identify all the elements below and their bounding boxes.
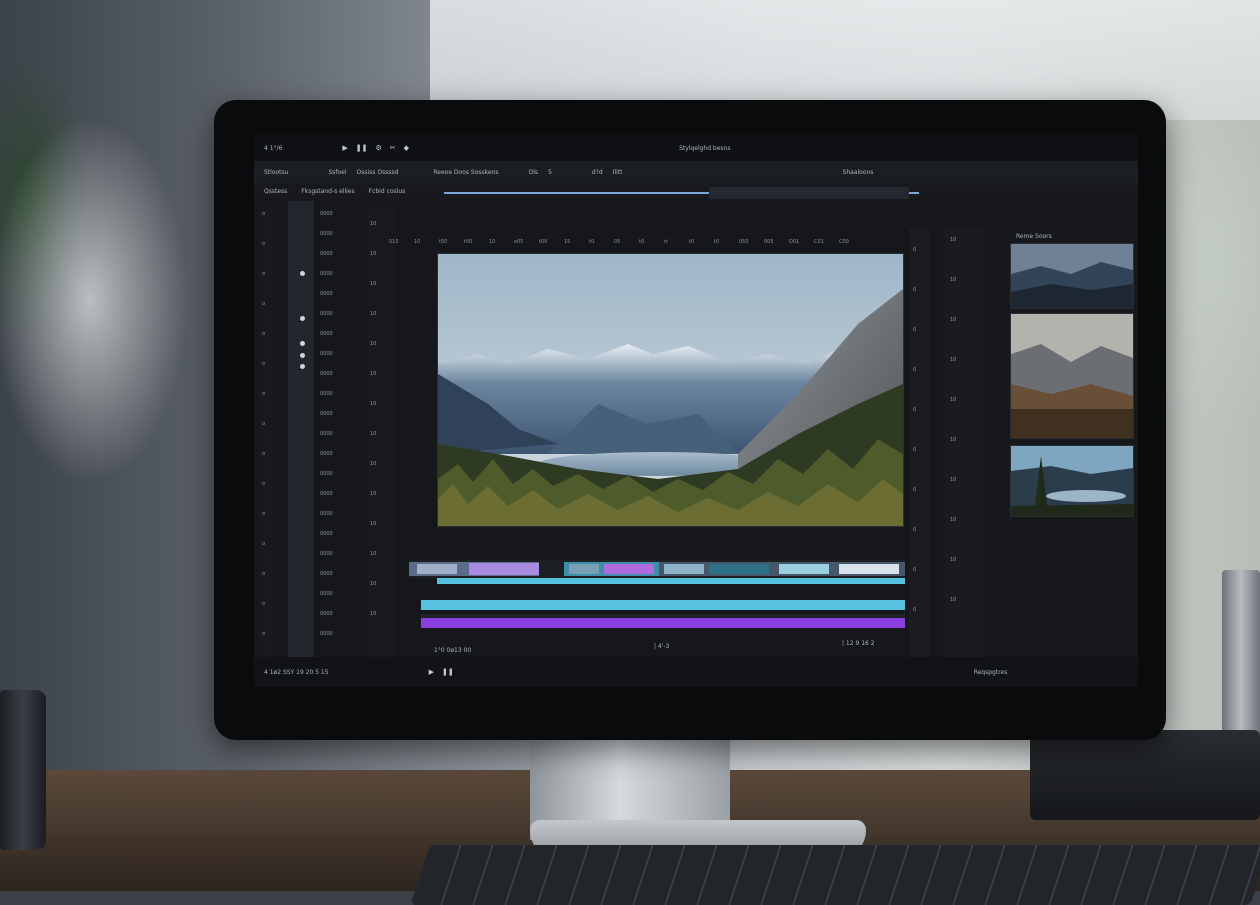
ruler-tick: 05 <box>614 239 621 245</box>
menu-item-1[interactable]: Stlootsu <box>264 169 288 176</box>
speaker-post <box>1222 570 1260 740</box>
menu-item-5[interactable]: Ols <box>529 169 539 176</box>
menu-bar: Stlootsu Ssfoel Ossiss Ossssd Reeoe Doos… <box>254 161 1138 183</box>
pause-icon[interactable]: ❚❚ <box>442 668 454 676</box>
left-number-column: 10 10 10 10 10 10 10 10 10 10 10 10 10 1… <box>368 201 396 657</box>
ruler-tick: 10 <box>414 239 421 245</box>
subbar-item-2[interactable]: Fksgstand-s ellies <box>301 188 354 195</box>
media-thumbnail-2[interactable] <box>1010 313 1134 439</box>
marker-icon[interactable]: ◆ <box>404 144 409 152</box>
media-browser-panel: Reme Soors <box>1006 227 1134 657</box>
menu-item-6[interactable]: 5 <box>548 169 552 176</box>
media-thumbnail-3[interactable] <box>1010 445 1134 517</box>
ruler-tick: 005 <box>764 239 774 245</box>
timecode-left: 1°0 0ø13 00 <box>434 647 472 654</box>
timecode-mid: | 4'-3 <box>654 643 670 650</box>
speaker <box>1030 730 1260 820</box>
subbar-item-3[interactable]: Fcbid coslus <box>369 188 406 195</box>
ruler-tick: t00 <box>464 239 473 245</box>
ruler-tick: t0 <box>714 239 720 245</box>
scissors-icon[interactable]: ✂ <box>390 144 396 152</box>
ruler-tick: C01 <box>814 239 824 245</box>
ruler-tick: 050 <box>739 239 749 245</box>
menu-item-7[interactable]: d?d <box>592 169 603 176</box>
top-slider-track[interactable] <box>709 187 909 199</box>
pause-icon[interactable]: ❚❚ <box>356 144 368 152</box>
ruler-tick: t0 <box>589 239 595 245</box>
gear-icon[interactable]: ⚙ <box>376 144 382 152</box>
bottom-status-bar: 4 1ø2 SSY 19 20 5 15 ▶ ❚❚ Reqspgtres <box>254 657 1138 687</box>
ruler-tick: D01 <box>789 239 800 245</box>
top-bar: 4 1°/6 ▶ ❚❚ ⚙ ✂ ◆ Stylqelghd besns <box>254 135 1138 161</box>
ruler-tick: t09 <box>539 239 548 245</box>
meter-column-2: 10 10 10 10 10 10 10 10 10 10 <box>944 227 984 657</box>
top-bar-left-text: 4 1°/6 <box>264 144 283 152</box>
menu-item-3[interactable]: Ossiss Ossssd <box>357 169 399 176</box>
ruler-tick: 510 <box>389 239 399 245</box>
menu-item-8[interactable]: Ilitt <box>613 169 623 176</box>
subbar-item-1[interactable]: Qsstess <box>264 188 287 195</box>
menu-item-4[interactable]: Reeoe Doos Sosskens <box>433 169 498 176</box>
play-icon[interactable]: ▶ <box>429 668 434 676</box>
left-icon-column: o o o o o o o o o o o o o o o <box>258 201 272 657</box>
media-thumbnail-1[interactable] <box>1010 243 1134 309</box>
window-title: Stylqelghd besns <box>679 144 731 152</box>
landscape-preview-image <box>438 254 903 526</box>
bottom-right-text: Reqspgtres <box>973 668 1008 676</box>
timecode-right: | 12 9 16 2 <box>842 640 875 647</box>
menu-item-2[interactable]: Ssfoel <box>328 169 346 176</box>
left-layer-column <box>288 201 314 657</box>
time-ruler[interactable]: 510 10 t50 t00 10 e05 t09 15 t0 05 t0 rt… <box>389 239 905 251</box>
menu-item-9[interactable]: Shaaloons <box>843 169 874 176</box>
bottom-left-text: 4 1ø2 SSY 19 20 5 15 <box>264 668 329 676</box>
sub-bar: Qsstess Fksgstand-s ellies Fcbid coslus <box>254 183 1138 199</box>
ruler-tick: e05 <box>514 239 524 245</box>
pen-cup <box>0 690 46 850</box>
ruler-tick: C00 <box>839 239 849 245</box>
ruler-tick: 10 <box>489 239 496 245</box>
ruler-tick: t0 <box>639 239 645 245</box>
ruler-tick: t50 <box>439 239 448 245</box>
program-viewer[interactable] <box>437 253 904 527</box>
meter-column: 0 0 0 0 0 0 0 0 0 0 <box>909 227 929 657</box>
ruler-tick: rt <box>664 239 669 245</box>
ruler-tick: t0 <box>689 239 695 245</box>
video-editor-screen: 4 1°/6 ▶ ❚❚ ⚙ ✂ ◆ Stylqelghd besns Stloo… <box>254 135 1138 687</box>
media-panel-title: Reme Soors <box>1016 233 1052 240</box>
keyboard <box>410 845 1260 905</box>
left-timecode-column: 0000 0000 0000 0000 0000 0000 0000 0000 … <box>318 201 368 657</box>
play-icon[interactable]: ▶ <box>342 144 347 152</box>
ruler-tick: 15 <box>564 239 571 245</box>
